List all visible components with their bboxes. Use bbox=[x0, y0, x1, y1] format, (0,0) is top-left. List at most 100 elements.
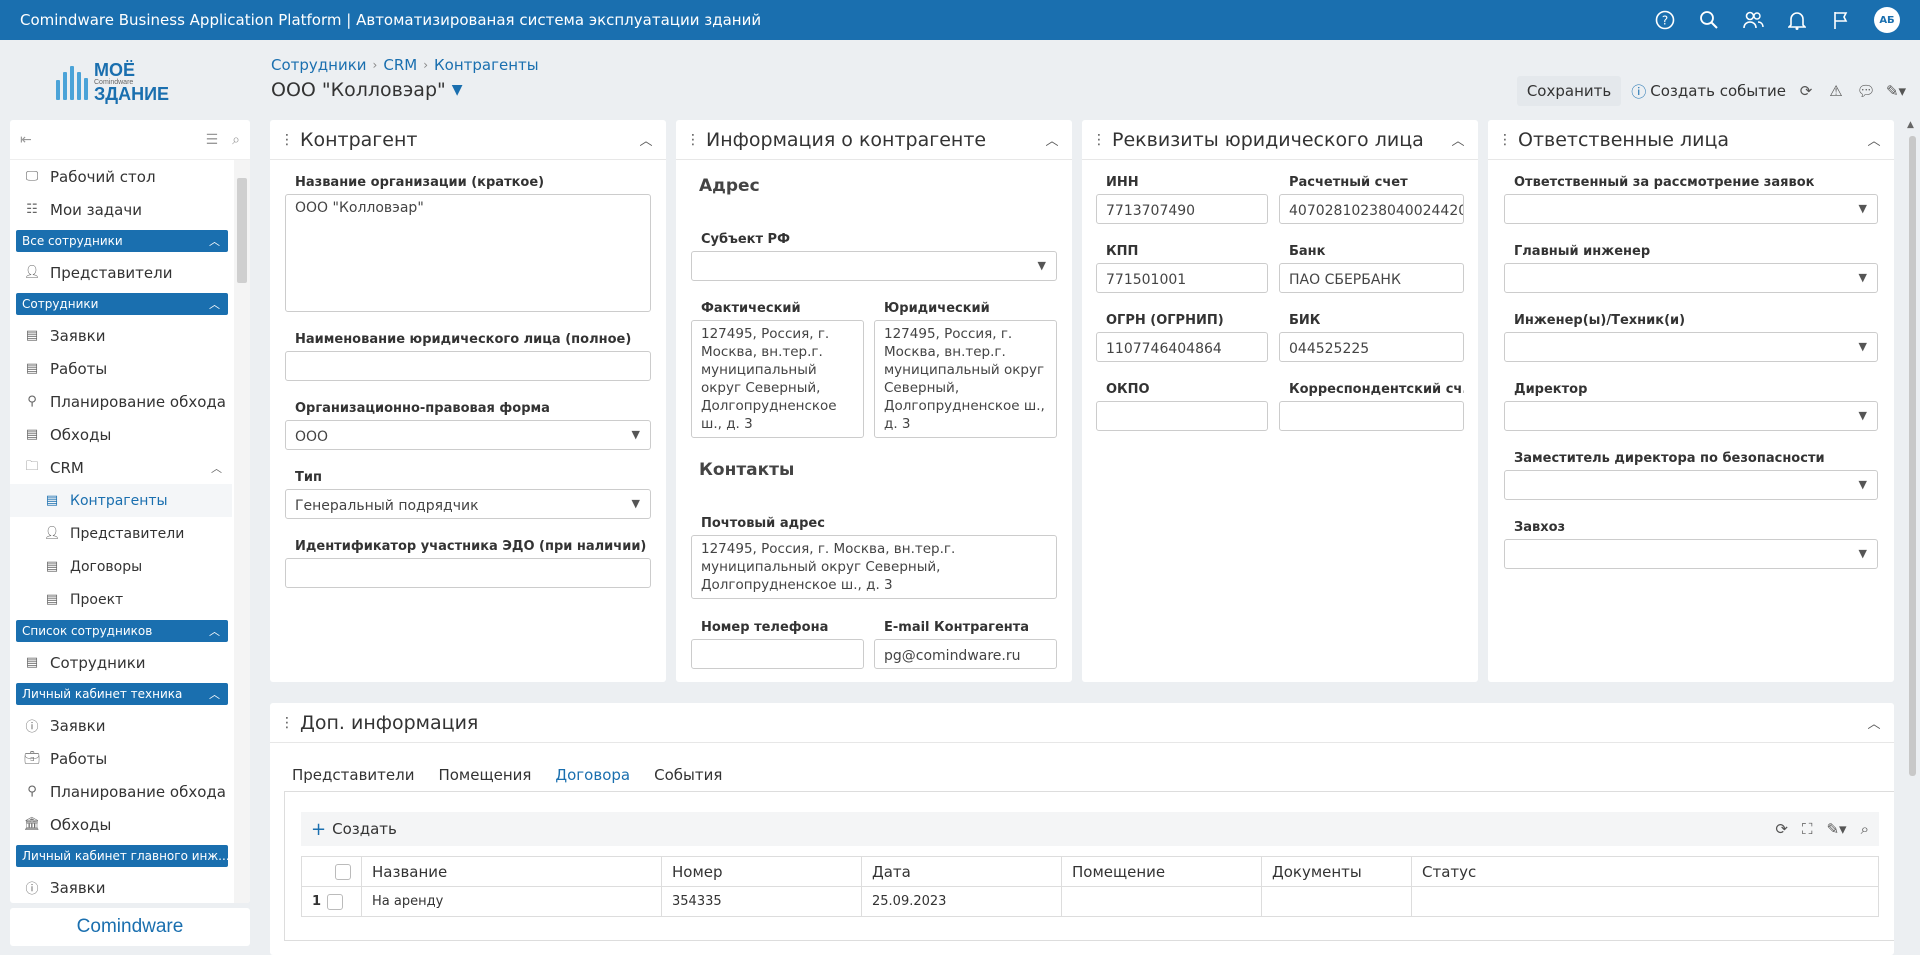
refresh-icon[interactable]: ⟳ bbox=[1796, 81, 1816, 101]
sidebar-group[interactable]: Личный кабинет главного инж...︿ bbox=[16, 845, 228, 867]
responsible-select[interactable]: ▼ bbox=[1504, 194, 1878, 224]
collapse-icon[interactable]: ︿ bbox=[1032, 130, 1072, 149]
tab[interactable]: Помещения bbox=[426, 758, 543, 794]
sidebar-item[interactable]: ⚲ Планирование обхода bbox=[10, 775, 232, 808]
column-header[interactable]: Название bbox=[361, 856, 662, 887]
chevron-up-icon[interactable]: ︿ bbox=[209, 296, 220, 312]
sidebar-item[interactable]: ▤ Работы bbox=[10, 352, 232, 385]
sidebar-group[interactable]: Сотрудники ︿ bbox=[16, 293, 228, 315]
sidebar-group[interactable]: Личный кабинет техника ︿ bbox=[16, 683, 228, 705]
tab[interactable]: Договора bbox=[543, 758, 643, 794]
warning-icon[interactable]: ⚠ bbox=[1826, 81, 1846, 101]
sidebar-item[interactable]: ⓘ Заявки bbox=[10, 709, 232, 742]
responsible-select[interactable]: ▼ bbox=[1504, 539, 1878, 569]
type-select[interactable]: Генеральный подрядчик ▼ bbox=[285, 489, 651, 519]
column-header[interactable]: Документы bbox=[1261, 856, 1412, 887]
column-header[interactable]: Статус bbox=[1411, 856, 1879, 887]
breadcrumb-item[interactable]: Контрагенты bbox=[434, 56, 539, 74]
actual-address-field[interactable]: 127495, Россия, г. Москва, вн.тер.г. мун… bbox=[691, 320, 864, 438]
sidebar-item[interactable]: 👤︎ Представители bbox=[10, 256, 232, 289]
sidebar-item[interactable]: 🗀︎ CRM ︿ bbox=[10, 451, 232, 484]
column-header[interactable]: Помещение bbox=[1061, 856, 1262, 887]
legal-address-field[interactable]: 127495, Россия, г. Москва, вн.тер.г. мун… bbox=[874, 320, 1057, 438]
chevron-up-icon[interactable]: ︿ bbox=[209, 623, 220, 639]
responsible-select[interactable]: ▼ bbox=[1504, 470, 1878, 500]
drag-handle-icon[interactable]: ⋮ bbox=[280, 132, 294, 148]
sidebar-item[interactable]: ⓘ Заявки bbox=[10, 871, 232, 903]
ogrn-field[interactable]: 1107746404864 bbox=[1096, 332, 1268, 362]
sidebar-group[interactable]: Все сотрудники ︿ bbox=[16, 230, 228, 252]
sidebar-item[interactable]: 🏛︎ Обходы bbox=[10, 808, 232, 841]
responsible-select[interactable]: ▼ bbox=[1504, 332, 1878, 362]
sidebar-item[interactable]: 💼︎ Работы bbox=[10, 742, 232, 775]
collapse-icon[interactable]: ︿ bbox=[626, 130, 666, 149]
sidebar-item[interactable]: ▤ Контрагенты bbox=[10, 484, 232, 517]
select-all-checkbox[interactable] bbox=[335, 864, 351, 880]
collapse-icon[interactable]: ︿ bbox=[1854, 130, 1894, 149]
account-field[interactable]: 40702810238040024420 bbox=[1279, 194, 1464, 224]
drag-handle-icon[interactable]: ⋮ bbox=[686, 132, 700, 148]
sidebar-group[interactable]: Список сотрудников ︿ bbox=[16, 620, 228, 642]
sidebar-item[interactable]: ▤ Сотрудники bbox=[10, 646, 232, 679]
table-row[interactable]: 1 На аренду 354335 25.09.2023 bbox=[301, 886, 1879, 917]
app-logo[interactable]: МОЁ Comindware ЗДАНИЕ bbox=[56, 61, 169, 103]
list-view-icon[interactable]: ☰ bbox=[206, 132, 219, 148]
drag-handle-icon[interactable]: ⋮ bbox=[1092, 132, 1106, 148]
sidebar-item[interactable]: ☷ Мои задачи bbox=[10, 193, 232, 226]
drag-handle-icon[interactable]: ⋮ bbox=[1498, 132, 1512, 148]
drag-handle-icon[interactable]: ⋮ bbox=[280, 715, 294, 731]
comment-icon[interactable]: 💬︎ bbox=[1856, 81, 1876, 101]
chevron-up-icon[interactable]: ︿ bbox=[211, 460, 222, 476]
row-checkbox[interactable] bbox=[327, 893, 344, 910]
breadcrumb-item[interactable]: CRM bbox=[383, 56, 417, 74]
inn-field[interactable]: 7713707490 bbox=[1096, 194, 1268, 224]
search-icon[interactable] bbox=[1698, 9, 1720, 31]
breadcrumb-item[interactable]: Сотрудники bbox=[271, 56, 367, 74]
users-icon[interactable] bbox=[1742, 9, 1764, 31]
column-header[interactable]: Дата bbox=[861, 856, 1062, 887]
create-button[interactable]: + Создать bbox=[311, 819, 397, 840]
phone-field[interactable] bbox=[691, 639, 864, 669]
search-icon[interactable]: ⌕ bbox=[1861, 820, 1869, 838]
page-title[interactable]: ООО "Колловэар" ▼ bbox=[271, 79, 463, 101]
okpo-field[interactable] bbox=[1096, 401, 1268, 431]
sidebar-search-icon[interactable]: ⌕ bbox=[232, 132, 240, 148]
chevron-down-icon[interactable]: ▼ bbox=[452, 82, 463, 98]
bik-field[interactable]: 044525225 bbox=[1279, 332, 1464, 362]
responsible-select[interactable]: ▼ bbox=[1504, 263, 1878, 293]
collapse-sidebar-icon[interactable]: ⇤ bbox=[20, 132, 32, 148]
region-select[interactable]: ▼ bbox=[691, 251, 1057, 281]
collapse-icon[interactable]: ︿ bbox=[1854, 713, 1894, 732]
tab[interactable]: События bbox=[642, 758, 734, 794]
email-field[interactable]: pg@comindware.ru bbox=[874, 639, 1057, 669]
create-event-button[interactable]: ⓘ Создать событие bbox=[1631, 81, 1786, 102]
chevron-up-icon[interactable]: ︿ bbox=[209, 686, 220, 702]
user-avatar[interactable]: АБ bbox=[1874, 7, 1900, 33]
edo-field[interactable] bbox=[285, 558, 651, 588]
chevron-up-icon[interactable]: ︿ bbox=[209, 233, 220, 249]
fullscreen-icon[interactable]: ⛶ bbox=[1802, 820, 1813, 838]
main-scrollbar[interactable]: ▲ bbox=[1904, 120, 1920, 955]
responsible-select[interactable]: ▼ bbox=[1504, 401, 1878, 431]
legal-form-select[interactable]: ООО ▼ bbox=[285, 420, 651, 450]
save-button[interactable]: Сохранить bbox=[1516, 76, 1622, 106]
refresh-icon[interactable]: ⟳ bbox=[1775, 820, 1788, 838]
sidebar-item[interactable]: 👤︎ Представители bbox=[10, 517, 232, 550]
column-header[interactable]: Номер bbox=[661, 856, 862, 887]
edit-menu-icon[interactable]: ✎▾ bbox=[1826, 820, 1846, 838]
full-name-field[interactable] bbox=[285, 351, 651, 381]
postal-address-field[interactable]: 127495, Россия, г. Москва, вн.тер.г. мун… bbox=[691, 535, 1057, 599]
sidebar-item[interactable]: ▤ Договоры bbox=[10, 550, 232, 583]
sidebar-item[interactable]: ▤ Обходы bbox=[10, 418, 232, 451]
collapse-icon[interactable]: ︿ bbox=[1438, 130, 1478, 149]
sidebar-scrollbar[interactable] bbox=[234, 160, 250, 903]
short-name-field[interactable]: ООО "Колловэар" bbox=[285, 194, 651, 312]
sidebar-item[interactable]: ▤ Проект bbox=[10, 583, 232, 616]
kpp-field[interactable]: 771501001 bbox=[1096, 263, 1268, 293]
corr-account-field[interactable] bbox=[1279, 401, 1464, 431]
scroll-up-icon[interactable]: ▲ bbox=[1907, 120, 1914, 130]
bell-icon[interactable] bbox=[1786, 9, 1808, 31]
flag-icon[interactable] bbox=[1830, 9, 1852, 31]
help-icon[interactable]: ? bbox=[1654, 9, 1676, 31]
edit-menu-icon[interactable]: ✎▾ bbox=[1886, 81, 1906, 101]
